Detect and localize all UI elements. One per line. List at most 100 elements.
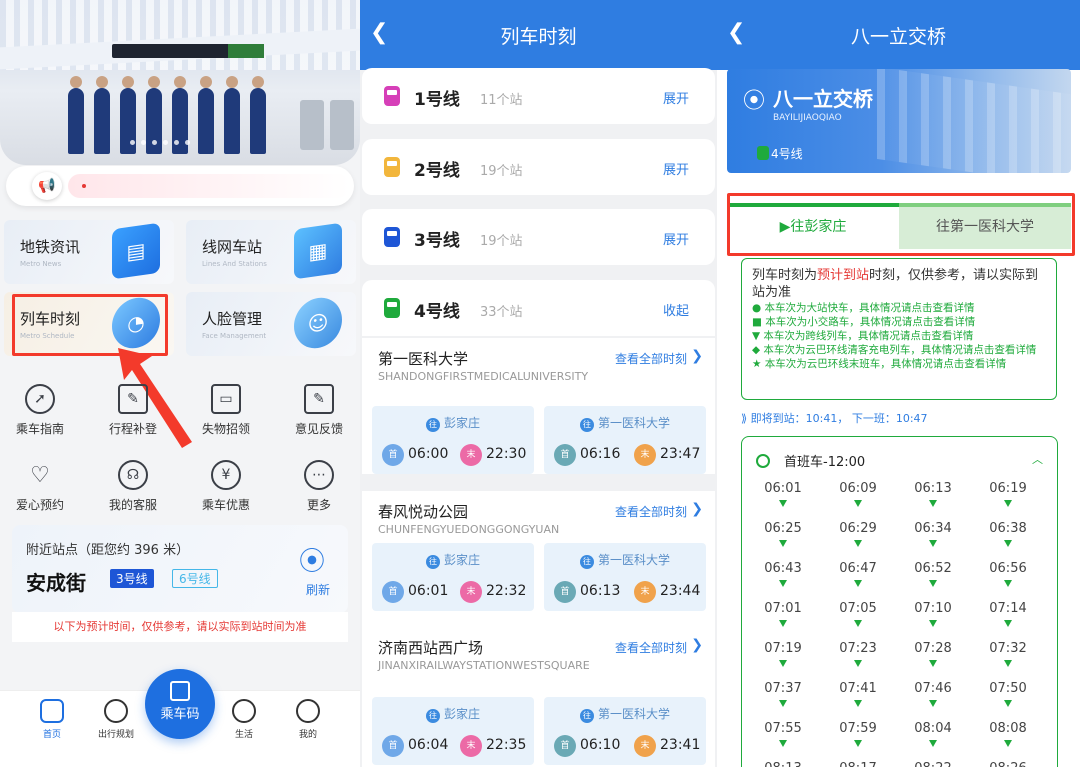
view-all-times-link[interactable]: 查看全部时刻: [615, 639, 687, 656]
departure-time[interactable]: 07:05: [823, 601, 893, 627]
expand-button[interactable]: 展开: [663, 88, 689, 107]
tab-label: 生活: [234, 730, 253, 740]
expand-button[interactable]: 展开: [663, 229, 689, 248]
time-text: 06:09: [839, 481, 877, 496]
tab-life[interactable]: 生活: [214, 699, 274, 740]
chevron-right-icon[interactable]: ❯: [691, 348, 703, 364]
departure-time[interactable]: 08:26: [973, 761, 1043, 767]
time-text: 06:25: [764, 521, 802, 536]
departure-time[interactable]: 08:04: [898, 721, 968, 747]
line-row-4[interactable]: 4号线 33个站 收起: [362, 280, 715, 336]
tab-label: 首页: [42, 730, 61, 740]
departure-time[interactable]: 06:56: [973, 561, 1043, 587]
departure-time[interactable]: 07:10: [898, 601, 968, 627]
line-row-2[interactable]: 2号线 19个站 展开: [362, 139, 715, 195]
departure-time[interactable]: 08:22: [898, 761, 968, 767]
departure-time[interactable]: 06:13: [898, 481, 968, 507]
chevron-up-icon[interactable]: ︿: [1032, 451, 1043, 467]
announcement-track: [68, 174, 350, 198]
card-metro-news[interactable]: 地铁资讯 Metro News ▤: [4, 220, 174, 284]
departure-time[interactable]: 06:09: [823, 481, 893, 507]
expand-button[interactable]: 展开: [663, 159, 689, 178]
time-text: 07:10: [914, 601, 952, 616]
ride-code-button[interactable]: 乘车码: [145, 669, 215, 739]
last-badge: 末: [634, 735, 656, 757]
quick-feedback[interactable]: ✎ 意见反馈: [279, 384, 359, 437]
cross-line-marker-icon: [929, 620, 937, 627]
departure-time[interactable]: 07:46: [898, 681, 968, 707]
departure-time[interactable]: 07:41: [823, 681, 893, 707]
nearby-station-card[interactable]: 附近站点（距您约 396 米） 安成街 3号线 6号线 ⦿ 刷新: [12, 525, 348, 613]
card-face-management[interactable]: 人脸管理 Face Management ☺: [186, 292, 356, 356]
departure-time[interactable]: 06:01: [748, 481, 818, 507]
departure-time[interactable]: 08:17: [823, 761, 893, 767]
departure-time[interactable]: 07:23: [823, 641, 893, 667]
view-all-times-link[interactable]: 查看全部时刻: [615, 503, 687, 520]
departure-time[interactable]: 08:13: [748, 761, 818, 767]
departure-time[interactable]: 06:43: [748, 561, 818, 587]
collapse-button[interactable]: 收起: [663, 300, 689, 319]
time-text: 07:05: [839, 601, 877, 616]
departure-time[interactable]: 06:52: [898, 561, 968, 587]
refresh-button[interactable]: 刷新: [306, 581, 330, 598]
station-block: 济南西站西广场 JINANXIRAILWAYSTATIONWESTSQUARE …: [362, 627, 715, 767]
departure-time[interactable]: 06:34: [898, 521, 968, 547]
quick-lost-found[interactable]: ▭ 失物招领: [186, 384, 266, 437]
quick-care-booking[interactable]: ♡ 爱心预约: [0, 460, 80, 513]
direction-card[interactable]: 往彭家庄 首 06:00 末 22:30: [372, 406, 534, 474]
quick-ride-guide[interactable]: ➚ 乘车指南: [0, 384, 80, 437]
first-train-time: 06:13: [580, 583, 621, 599]
quick-customer-service[interactable]: ☊ 我的客服: [93, 460, 173, 513]
cross-line-marker-icon: [1004, 700, 1012, 707]
home-screen: 📢 地铁资讯 Metro News ▤ 线网车站 Lines And Stati…: [0, 0, 360, 767]
quick-trip-makeup[interactable]: ✎ 行程补登: [93, 384, 173, 437]
tab-trip-planning[interactable]: 出行规划: [86, 699, 146, 740]
departure-time[interactable]: 07:55: [748, 721, 818, 747]
line-row-1[interactable]: 1号线 11个站 展开: [362, 68, 715, 124]
departure-time[interactable]: 06:38: [973, 521, 1043, 547]
first-train-header[interactable]: 首班车-12:00: [756, 451, 865, 470]
tab-mine[interactable]: 我的: [278, 699, 338, 740]
departure-time[interactable]: 07:32: [973, 641, 1043, 667]
direction-card[interactable]: 往第一医科大学 首 06:13 末 23:44: [544, 543, 706, 611]
chevron-right-icon[interactable]: ❯: [691, 501, 703, 517]
quick-more[interactable]: ⋯ 更多: [279, 460, 359, 513]
departure-time[interactable]: 06:47: [823, 561, 893, 587]
departure-time[interactable]: 07:28: [898, 641, 968, 667]
quick-discount[interactable]: ¥ 乘车优惠: [186, 460, 266, 513]
departure-time[interactable]: 07:59: [823, 721, 893, 747]
announcement-bar[interactable]: 📢: [6, 166, 354, 206]
staff-figure: [250, 76, 266, 154]
tab-home[interactable]: 首页: [22, 695, 82, 745]
train-photo: [877, 69, 1071, 173]
direction-card[interactable]: 往第一医科大学 首 06:10 末 23:41: [544, 697, 706, 765]
departure-time[interactable]: 07:50: [973, 681, 1043, 707]
cross-line-marker-icon: [929, 660, 937, 667]
train-icon: [384, 227, 400, 247]
view-all-times-link[interactable]: 查看全部时刻: [615, 350, 687, 367]
card-lines-stations[interactable]: 线网车站 Lines And Stations ▦: [186, 220, 356, 284]
cross-line-marker-icon: [854, 500, 862, 507]
direction-card[interactable]: 往彭家庄 首 06:04 末 22:35: [372, 697, 534, 765]
line-row-3[interactable]: 3号线 19个站 展开: [362, 209, 715, 265]
departure-time[interactable]: 07:19: [748, 641, 818, 667]
direction-card[interactable]: 往彭家庄 首 06:01 末 22:32: [372, 543, 534, 611]
departure-time[interactable]: 06:25: [748, 521, 818, 547]
departure-time[interactable]: 07:37: [748, 681, 818, 707]
departure-time[interactable]: 06:19: [973, 481, 1043, 507]
hero-banner[interactable]: [0, 0, 360, 165]
notice-text: 列车时刻为预计到站时刻，仅供参考，请以实际到站为准: [752, 268, 1039, 300]
departure-time[interactable]: 08:08: [973, 721, 1043, 747]
departure-time[interactable]: 07:01: [748, 601, 818, 627]
line-station-count: 19个站: [480, 234, 523, 249]
carousel-dots[interactable]: [130, 140, 190, 145]
time-text: 07:19: [764, 641, 802, 656]
face-icon: ☺: [294, 294, 342, 352]
chevron-right-icon[interactable]: ❯: [691, 637, 703, 653]
time-text: 07:41: [839, 681, 877, 696]
time-text: 07:32: [989, 641, 1027, 656]
departure-time[interactable]: 07:14: [973, 601, 1043, 627]
departure-time[interactable]: 06:29: [823, 521, 893, 547]
card-subtitle: Face Management: [202, 332, 267, 340]
direction-card[interactable]: 往第一医科大学 首 06:16 末 23:47: [544, 406, 706, 474]
